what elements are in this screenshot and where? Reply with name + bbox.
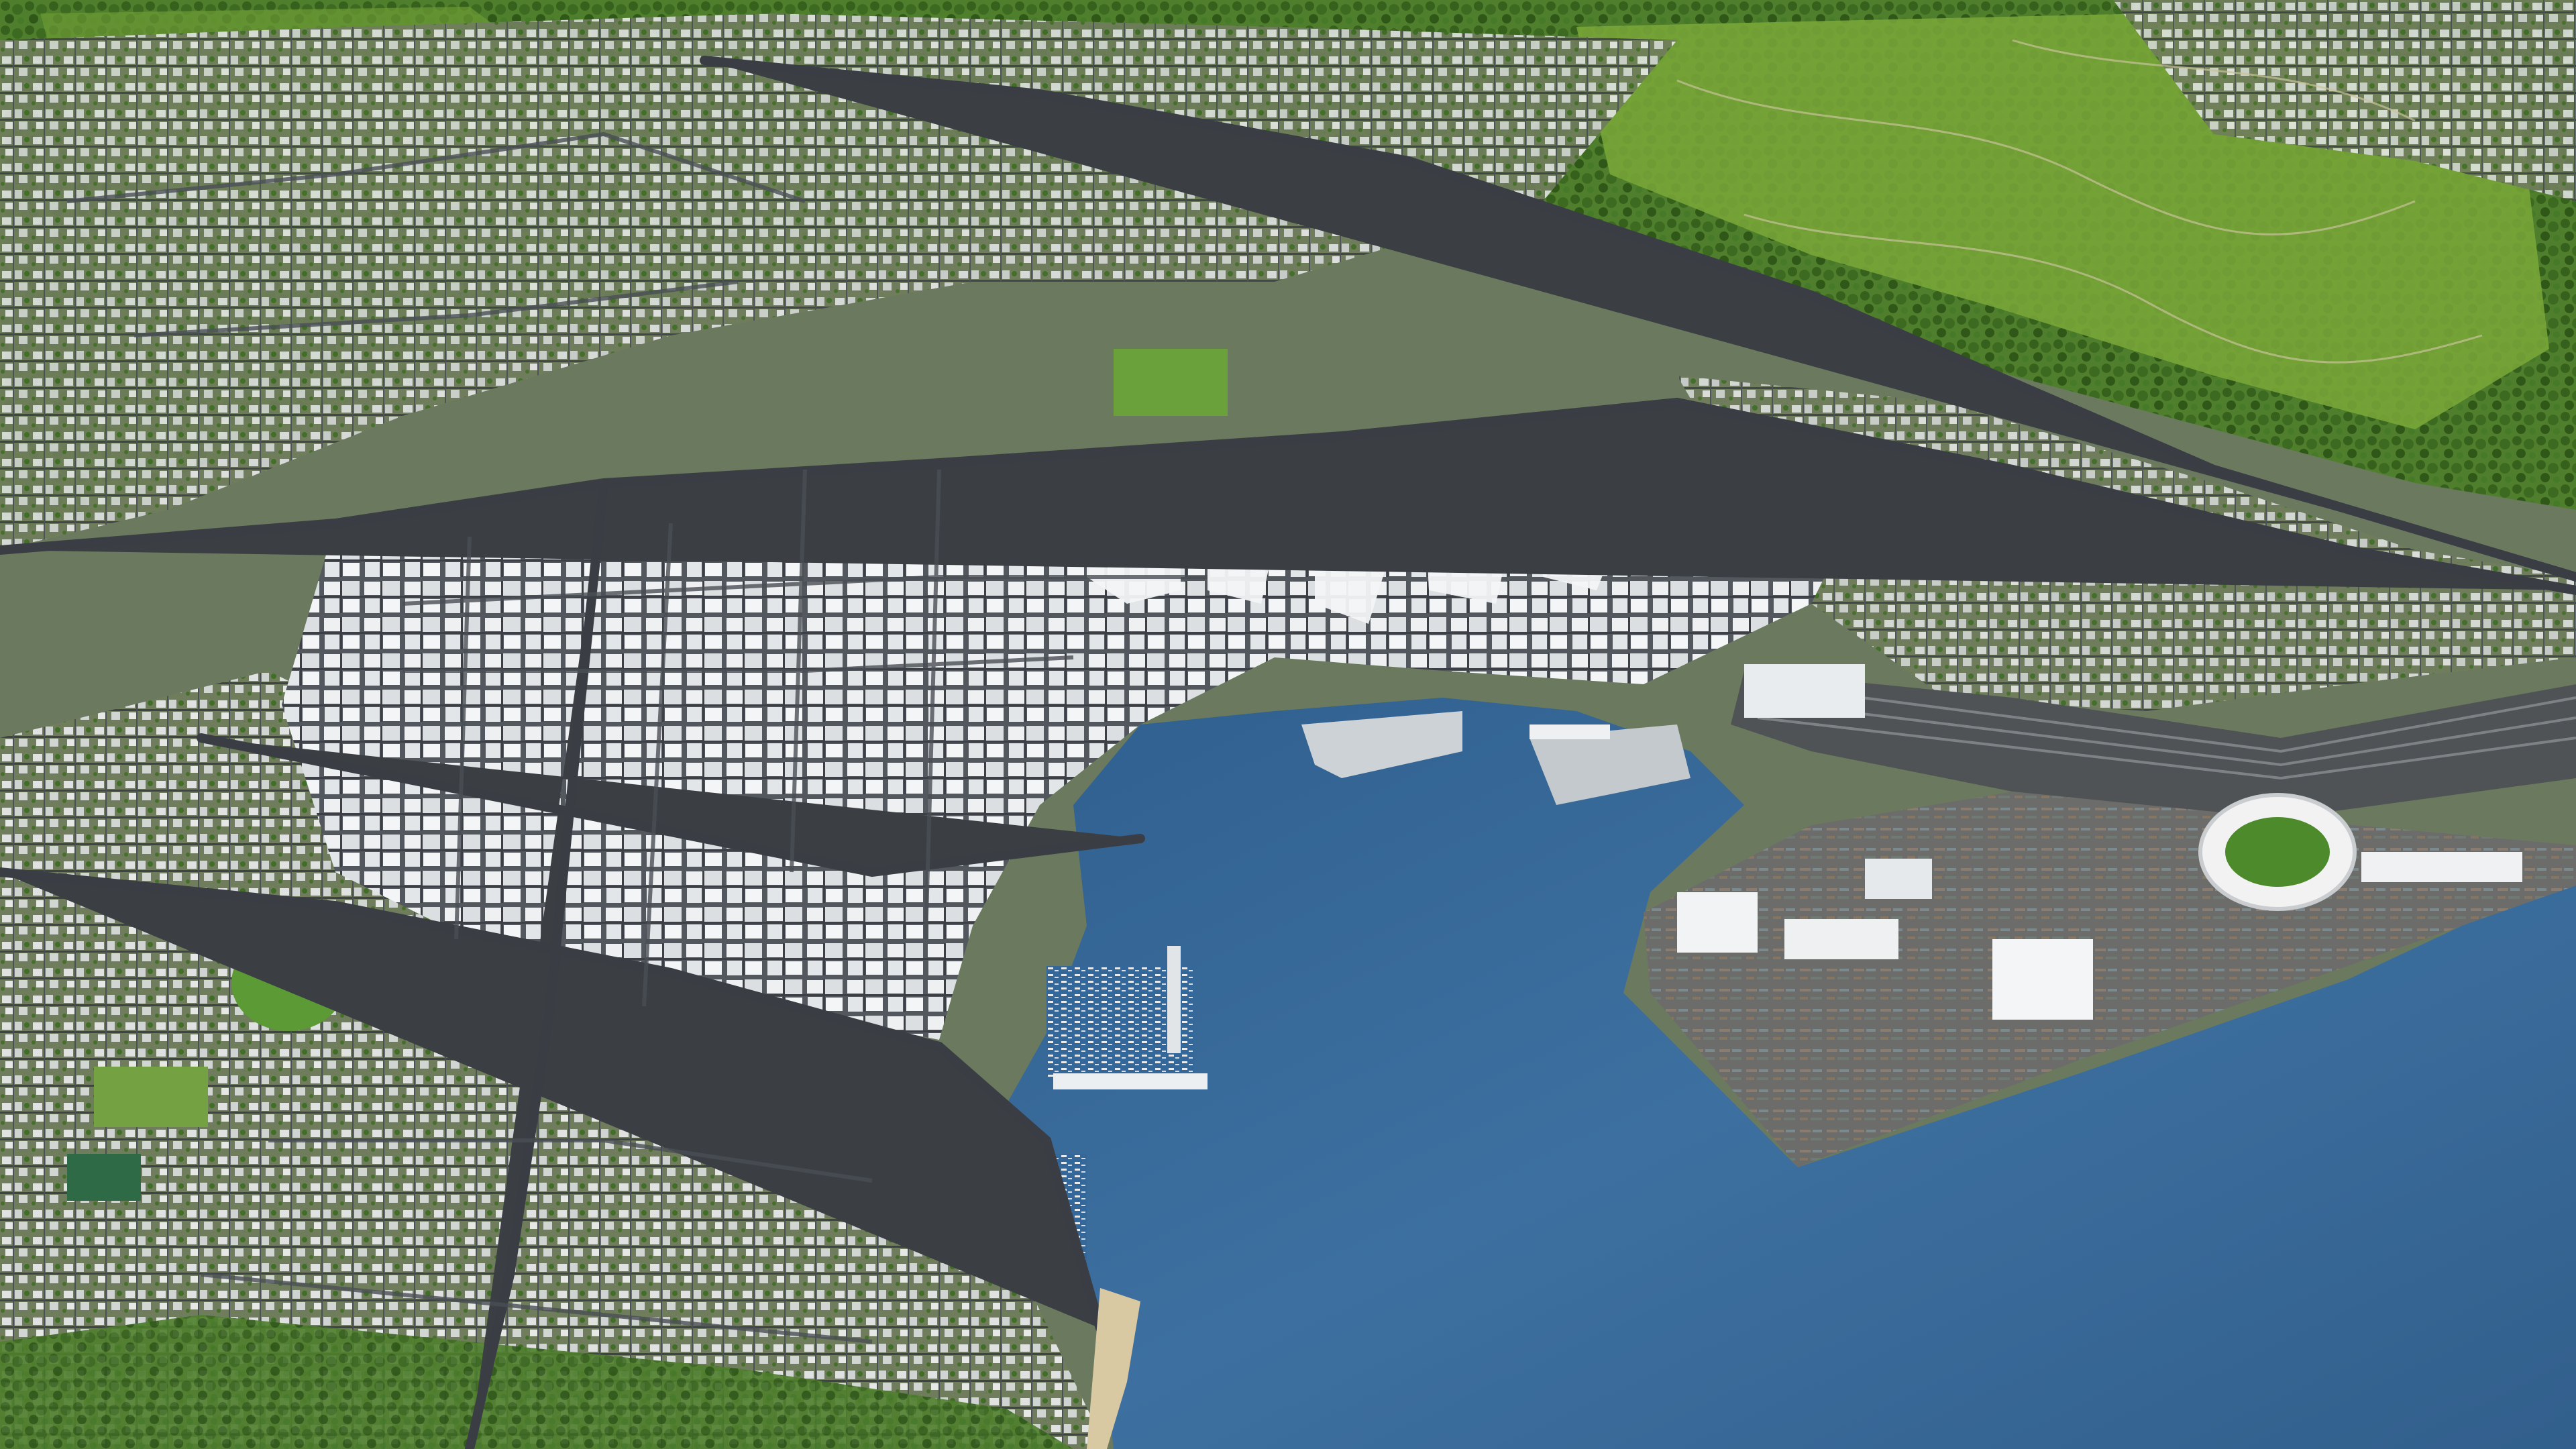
marina-pier <box>1167 946 1181 1053</box>
sports-field-west <box>67 1154 141 1201</box>
stadium-pitch <box>2225 817 2330 887</box>
ferry-terminal <box>1529 724 1610 739</box>
city-aerial-render <box>0 0 2576 1449</box>
park-west <box>94 1067 208 1127</box>
city-model-scene <box>0 0 2576 1449</box>
port-shed-3 <box>1992 939 2093 1020</box>
port-shed-1 <box>1677 892 1758 953</box>
port-shed-4 <box>1865 859 1932 899</box>
port-shed-2 <box>1784 919 1898 959</box>
railway-station <box>1744 664 1865 718</box>
marina-breakwater <box>1053 1073 1208 1089</box>
sports-field-north <box>1114 349 1228 416</box>
port-shed-5 <box>2361 852 2522 882</box>
